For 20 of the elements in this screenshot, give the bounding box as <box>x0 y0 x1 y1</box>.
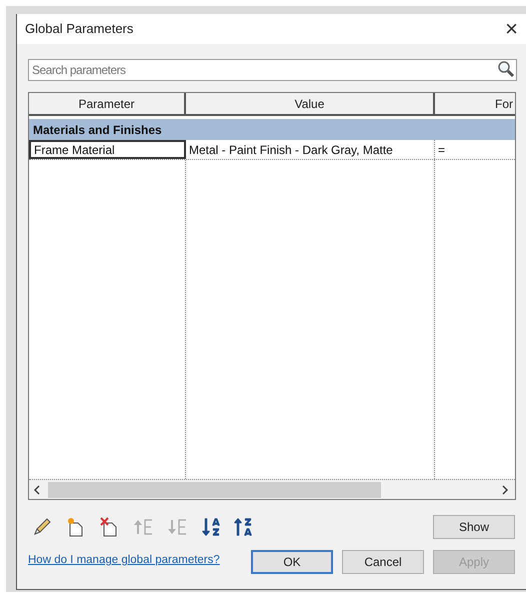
table-cell[interactable]: Frame Material <box>29 140 186 159</box>
column-header[interactable]: For <box>435 93 515 114</box>
window-title: Global Parameters <box>25 20 134 38</box>
dialog-button[interactable]: Cancel <box>342 550 424 574</box>
search-icon[interactable] <box>497 60 515 78</box>
sort-ascending-icon[interactable] <box>201 517 221 537</box>
horizontal-scrollbar[interactable] <box>29 479 515 499</box>
table-cell[interactable]: Metal - Paint Finish - Dark Gray, Matte <box>186 140 435 159</box>
column-header[interactable]: Value <box>186 93 435 114</box>
column-header[interactable]: Parameter <box>29 93 186 114</box>
dialog-button[interactable]: OK <box>251 550 333 574</box>
group-header[interactable]: Materials and Finishes <box>29 119 515 140</box>
sort-descending-icon[interactable] <box>233 517 253 537</box>
table-cell[interactable]: = <box>435 140 515 159</box>
scrollbar-thumb[interactable] <box>48 482 381 498</box>
search-field[interactable]: Search parameters <box>28 59 517 81</box>
pencil-icon[interactable] <box>31 516 53 538</box>
close-button[interactable]: × <box>501 18 522 40</box>
help-link[interactable]: How do I manage global parameters? <box>28 552 245 570</box>
show-button[interactable]: Show <box>433 515 515 539</box>
